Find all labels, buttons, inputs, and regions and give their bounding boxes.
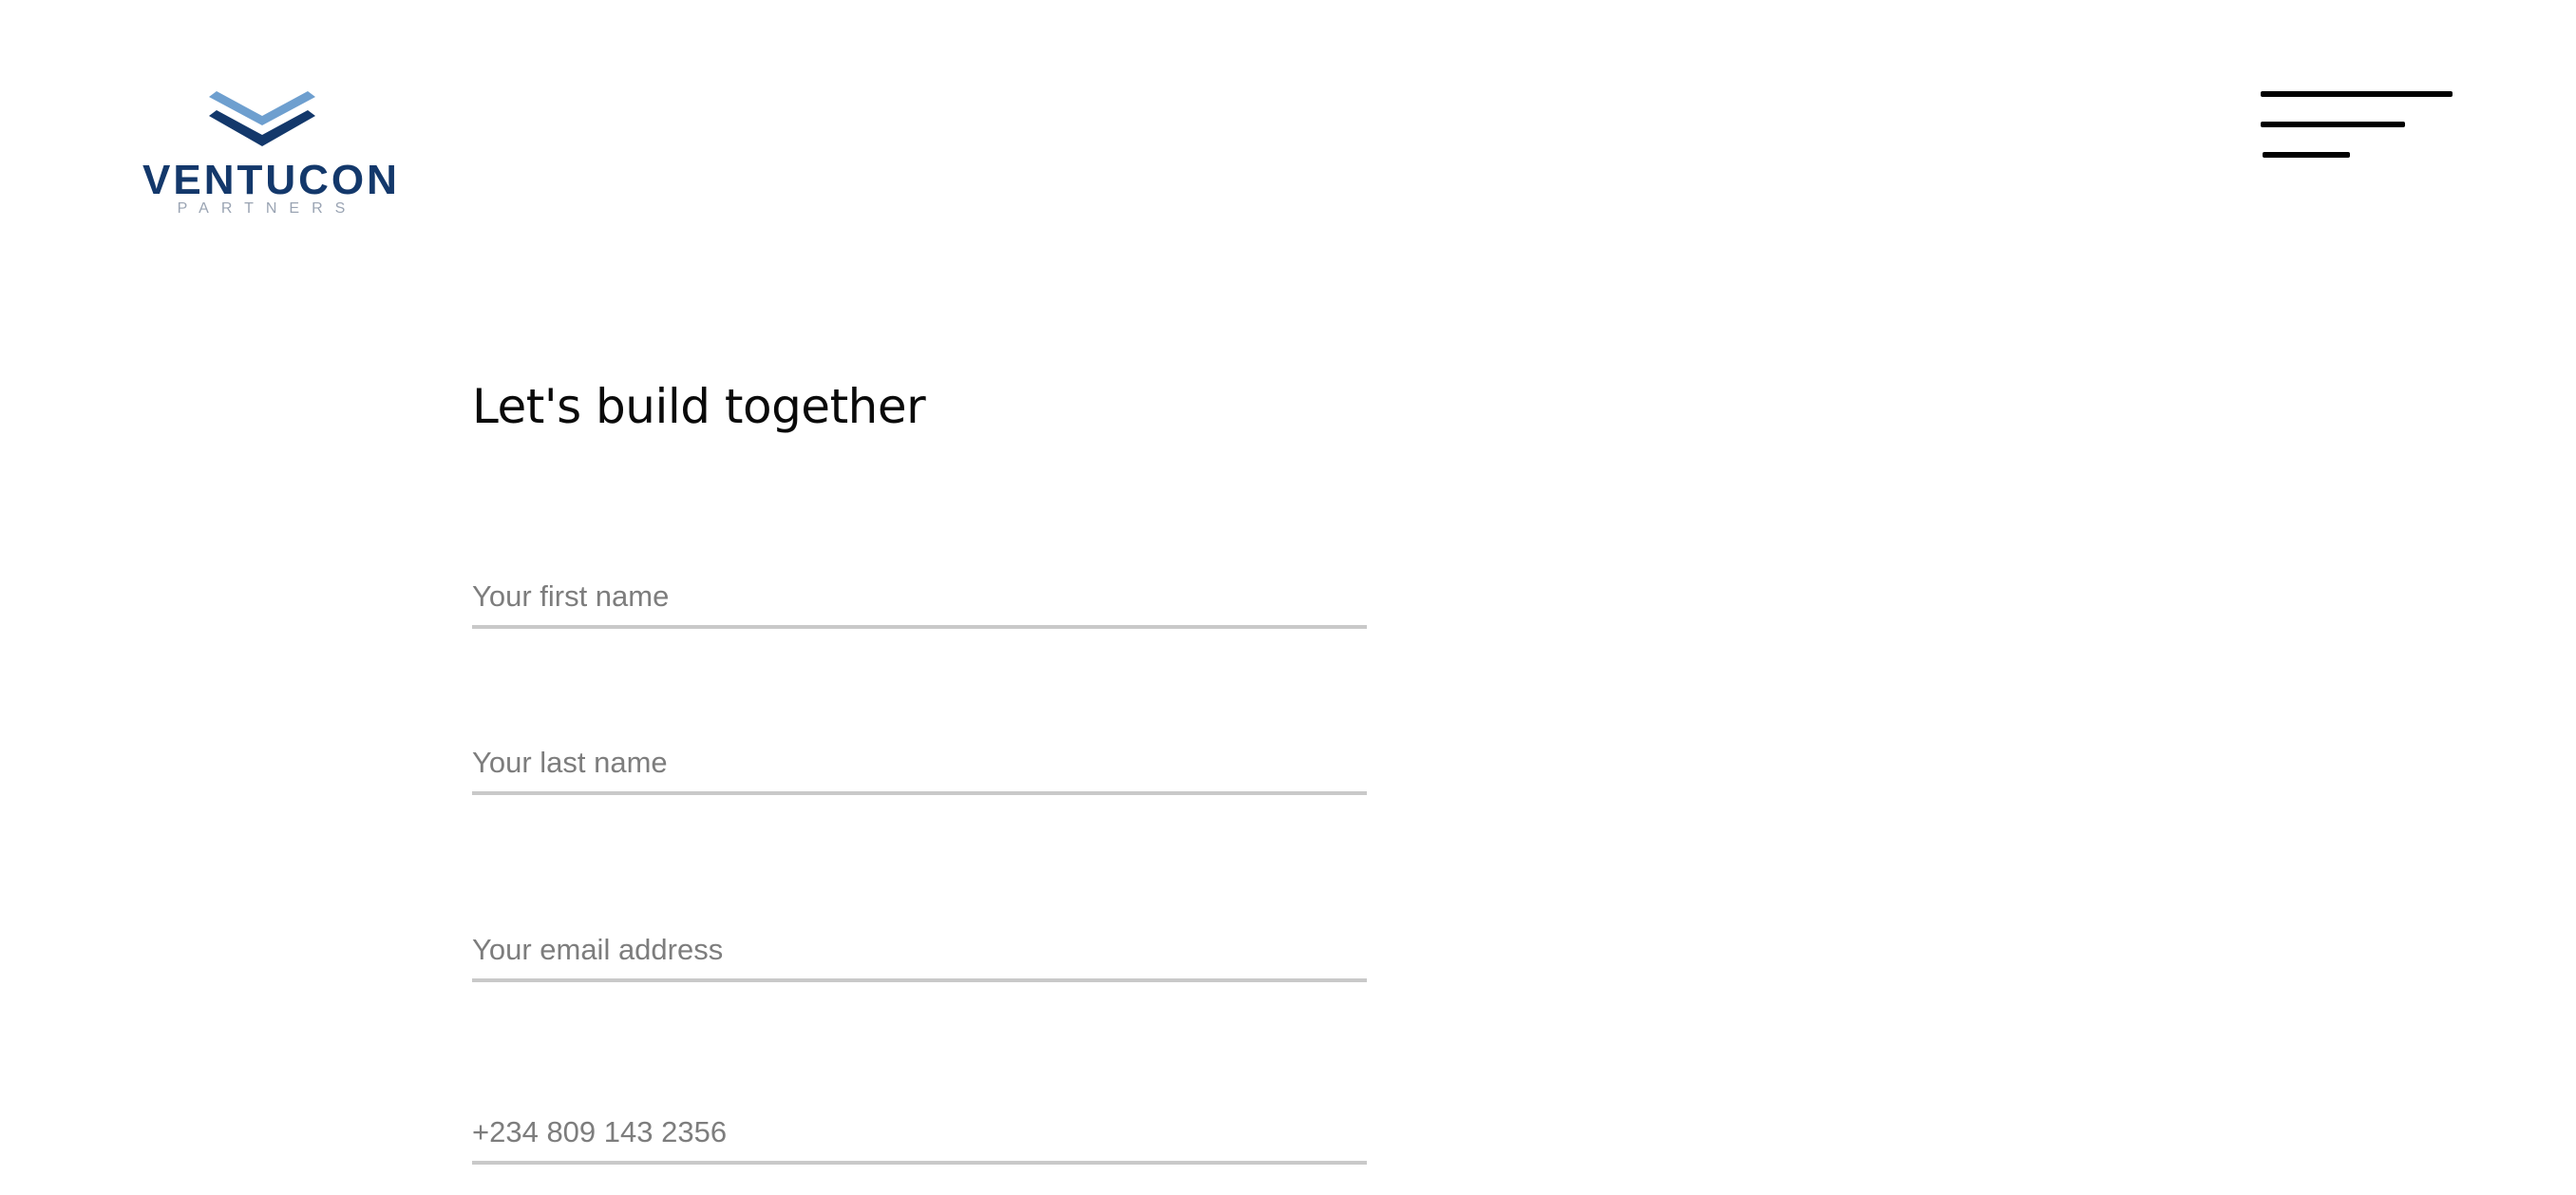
chevron-logo-icon (209, 91, 315, 146)
menu-line-bottom (2263, 152, 2350, 158)
hamburger-menu-icon[interactable] (2261, 85, 2460, 161)
first-name-input[interactable] (472, 568, 1367, 625)
last-name-field-wrapper (472, 734, 1367, 795)
menu-line-middle (2261, 122, 2405, 127)
email-input[interactable] (472, 921, 1367, 978)
brand-logo[interactable]: VENTUCON PARTNERS (142, 91, 400, 219)
email-field-wrapper (472, 921, 1367, 982)
phone-input[interactable] (472, 1104, 1367, 1161)
phone-field-wrapper (472, 1104, 1367, 1165)
first-name-field-wrapper (472, 568, 1367, 629)
page-title: Let's build together (472, 379, 926, 434)
brand-tagline: PARTNERS (177, 200, 358, 217)
menu-line-top (2261, 91, 2453, 97)
last-name-input[interactable] (472, 734, 1367, 791)
page: VENTUCON PARTNERS Let's build together (0, 0, 2576, 1195)
brand-name: VENTUCON (142, 157, 400, 203)
